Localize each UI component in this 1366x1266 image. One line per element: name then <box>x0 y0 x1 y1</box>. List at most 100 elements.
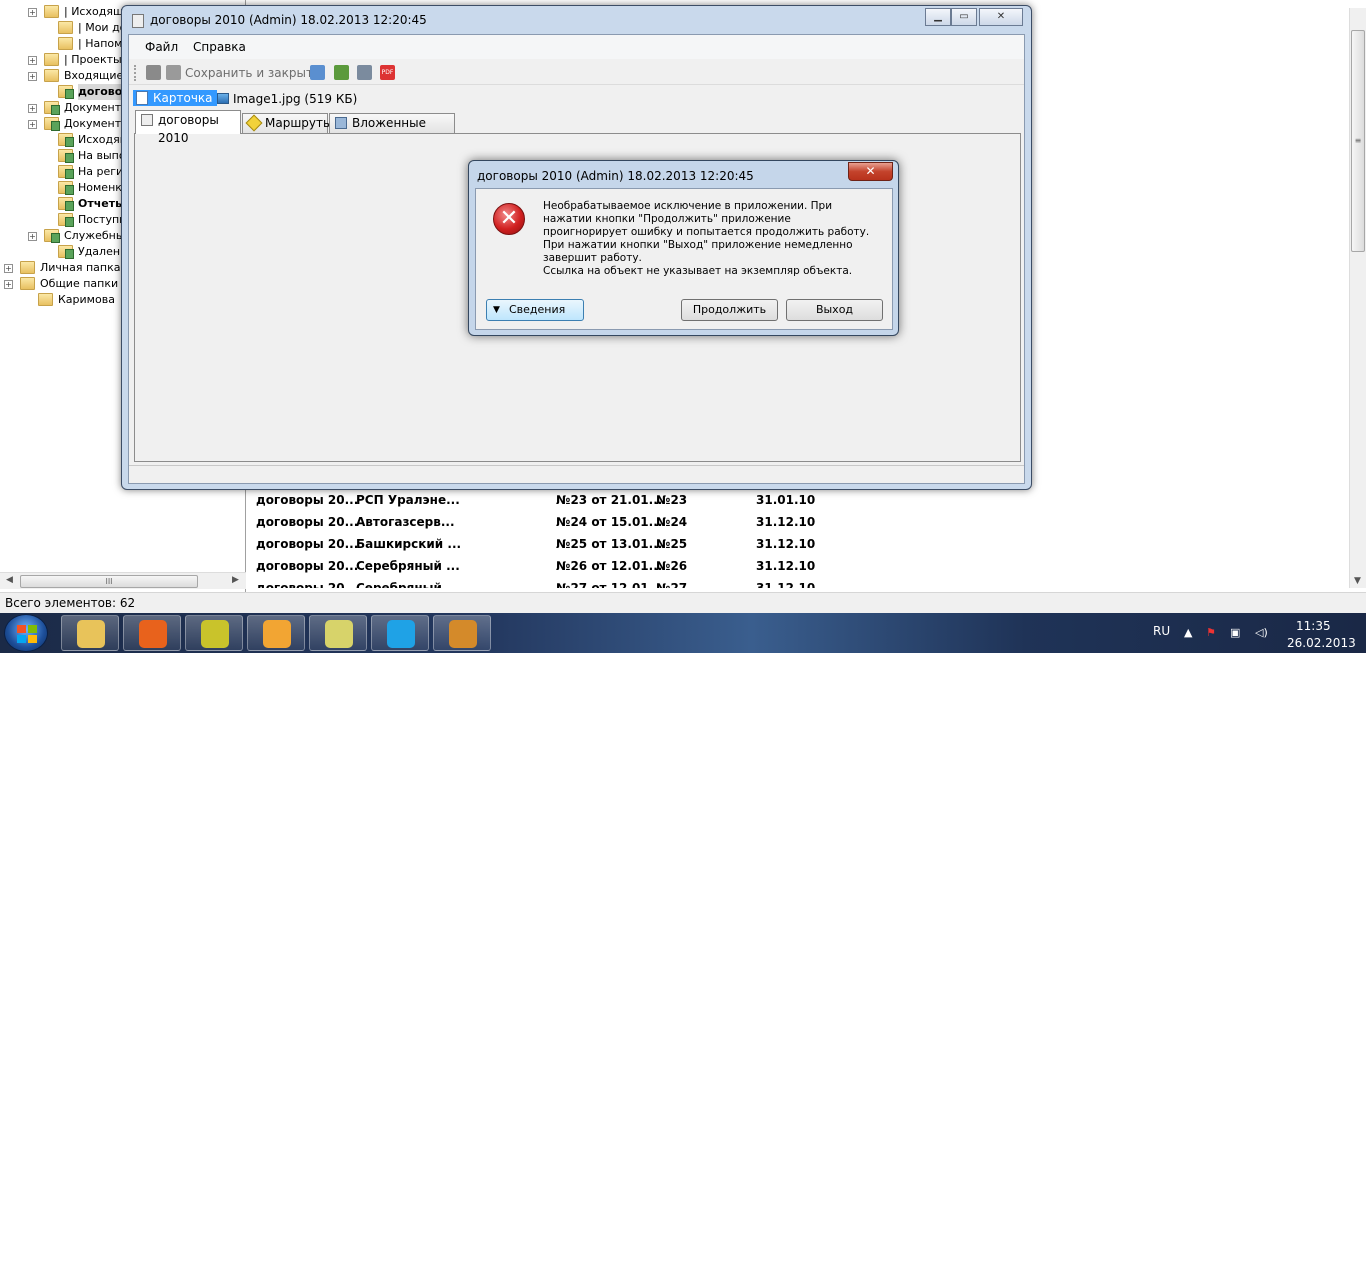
list-row[interactable]: договоры 20... Башкирский ... №25 от 13.01… <box>247 533 1347 555</box>
pdf-export-icon[interactable]: PDF <box>380 65 395 80</box>
taskbar-button[interactable] <box>309 615 367 651</box>
toolbar-grip[interactable] <box>134 65 137 81</box>
taskbar-button[interactable] <box>247 615 305 651</box>
scrollbar-thumb[interactable]: ≡ <box>1351 30 1365 252</box>
window-title: договоры 2010 (Admin) 18.02.2013 12:20:4… <box>150 13 427 27</box>
route-sign-icon <box>245 114 263 132</box>
tree-expander-icon[interactable]: + <box>4 264 13 273</box>
sign-icon[interactable] <box>334 65 349 80</box>
tab-image-attachment[interactable]: Image1.jpg (519 КБ) <box>217 92 357 106</box>
tree-expander-icon[interactable]: + <box>4 280 13 289</box>
language-indicator[interactable]: RU <box>1153 624 1170 638</box>
show-hidden-icons-icon[interactable]: ▲ <box>1184 626 1192 639</box>
list-cell: №27 от 12.01... <box>556 581 663 588</box>
error-message: Необрабатываемое исключение в приложении… <box>543 200 870 264</box>
tab-contracts[interactable]: договоры 2010 <box>135 110 241 145</box>
save-and-close-button[interactable]: Сохранить и закрыть <box>185 66 320 80</box>
folder-icon <box>58 213 74 227</box>
menu-file[interactable]: Файл <box>145 40 178 54</box>
tab-routes[interactable]: Маршруты <box>242 113 333 133</box>
windows-logo-icon <box>17 625 37 643</box>
tree-expander-icon[interactable]: + <box>28 56 37 65</box>
network-icon[interactable]: ▣ <box>1230 626 1240 639</box>
tab-attachments[interactable]: Вложенные файлы <box>329 113 455 148</box>
tree-expander-icon[interactable]: + <box>28 8 37 17</box>
show-desktop-button[interactable] <box>1352 1226 1366 1266</box>
folder-icon <box>58 245 74 259</box>
folder-icon <box>44 53 59 66</box>
scroll-left-arrow-icon[interactable]: ◀ <box>6 575 13 585</box>
close-window-button[interactable]: ✕ <box>979 8 1023 26</box>
list-cell: Автогазсерв... <box>356 515 455 529</box>
taskbar-button[interactable] <box>185 615 243 651</box>
sticky-notes-icon <box>325 620 353 648</box>
list-row[interactable]: договоры 20... Серебряный ... №26 от 12.01… <box>247 555 1347 577</box>
error-dialog: договоры 2010 (Admin) 18.02.2013 12:20:4… <box>468 160 899 336</box>
taskbar-button[interactable] <box>123 615 181 651</box>
document-icon <box>141 114 153 126</box>
outlook-icon <box>263 620 291 648</box>
list-vertical-scrollbar[interactable]: ≡ ▼ <box>1349 8 1366 588</box>
list-cell: 31.12.10 <box>756 581 816 588</box>
inner-tabs: договоры 2010 Маршруты Вложенные файлы <box>135 110 1020 148</box>
action-center-flag-icon[interactable]: ⚑ <box>1206 626 1216 639</box>
continue-button[interactable]: Продолжить <box>681 299 778 321</box>
folder-icon <box>58 21 73 34</box>
tree-expander-icon[interactable]: + <box>28 232 37 241</box>
folder-icon <box>58 37 73 50</box>
list-row[interactable]: договоры 20... РСП Уралэне... №23 от 21.01… <box>247 489 1347 511</box>
tree-item-label: Документы <box>64 117 130 130</box>
taskbar-button[interactable] <box>371 615 429 651</box>
taskbar-button[interactable] <box>61 615 119 651</box>
list-cell: №26 от 12.01... <box>556 559 663 573</box>
list-cell: №27 <box>656 581 688 588</box>
list-cell: 31.12.10 <box>756 537 816 551</box>
error-detail: Ссылка на объект не указывает на экземпл… <box>543 265 853 277</box>
folder-icon <box>58 197 74 211</box>
save-icon[interactable] <box>146 65 161 80</box>
folder-icon <box>58 165 74 179</box>
image-file-icon <box>217 93 229 104</box>
tab-routes-label: Маршруты <box>265 116 333 130</box>
card-icon <box>136 91 148 105</box>
error-icon: ✕ <box>493 203 525 235</box>
clock-time[interactable]: 11:35 <box>1296 619 1366 633</box>
tab-card[interactable]: Карточка <box>133 90 217 106</box>
menu-help[interactable]: Справка <box>193 40 246 54</box>
folder-icon <box>20 261 35 274</box>
details-button[interactable]: ▼ Сведения <box>486 299 584 321</box>
list-cell: РСП Уралэне... <box>356 493 460 507</box>
list-row[interactable]: договоры 20... Автогазсерв... №24 от 15.01… <box>247 511 1347 533</box>
volume-icon[interactable]: ◁) <box>1255 626 1268 639</box>
list-cell: №23 от 21.01... <box>556 493 663 507</box>
print-icon[interactable] <box>357 65 372 80</box>
properties-icon[interactable] <box>310 65 325 80</box>
save-and-close-icon[interactable] <box>166 65 181 80</box>
scroll-right-arrow-icon[interactable]: ▶ <box>232 575 239 585</box>
clock-date[interactable]: 26.02.2013 <box>1287 636 1356 650</box>
list-row[interactable]: договоры 20... Серебряный ... №27 от 12.01… <box>247 577 1347 588</box>
list-cell: договоры 20... <box>256 581 359 588</box>
taskbar-button[interactable] <box>433 615 491 651</box>
list-cell: №24 <box>656 515 688 529</box>
folder-icon <box>20 277 35 290</box>
list-cell: Серебряный ... <box>356 559 460 573</box>
scroll-down-arrow-icon[interactable]: ▼ <box>1354 576 1361 586</box>
tree-expander-icon[interactable]: + <box>28 104 37 113</box>
minimize-button[interactable]: ▁ <box>925 8 951 26</box>
scrollbar-thumb[interactable]: III <box>20 575 198 588</box>
list-cell: №25 <box>656 537 688 551</box>
dialog-title: договоры 2010 (Admin) 18.02.2013 12:20:4… <box>477 169 754 183</box>
exit-button[interactable]: Выход <box>786 299 883 321</box>
list-cell: Башкирский ... <box>356 537 462 551</box>
start-button[interactable] <box>4 614 48 652</box>
list-cell: №25 от 13.01... <box>556 537 663 551</box>
tree-expander-icon[interactable]: + <box>28 120 37 129</box>
folder-icon <box>44 5 59 18</box>
item-count: Всего элементов: 62 <box>5 596 136 610</box>
tree-expander-icon[interactable]: + <box>28 72 37 81</box>
dialog-close-button[interactable]: ✕ <box>848 162 893 181</box>
list-cell: №24 от 15.01... <box>556 515 663 529</box>
maximize-button[interactable]: ▭ <box>951 8 977 26</box>
tree-horizontal-scrollbar[interactable]: ◀ III ▶ <box>0 572 246 589</box>
